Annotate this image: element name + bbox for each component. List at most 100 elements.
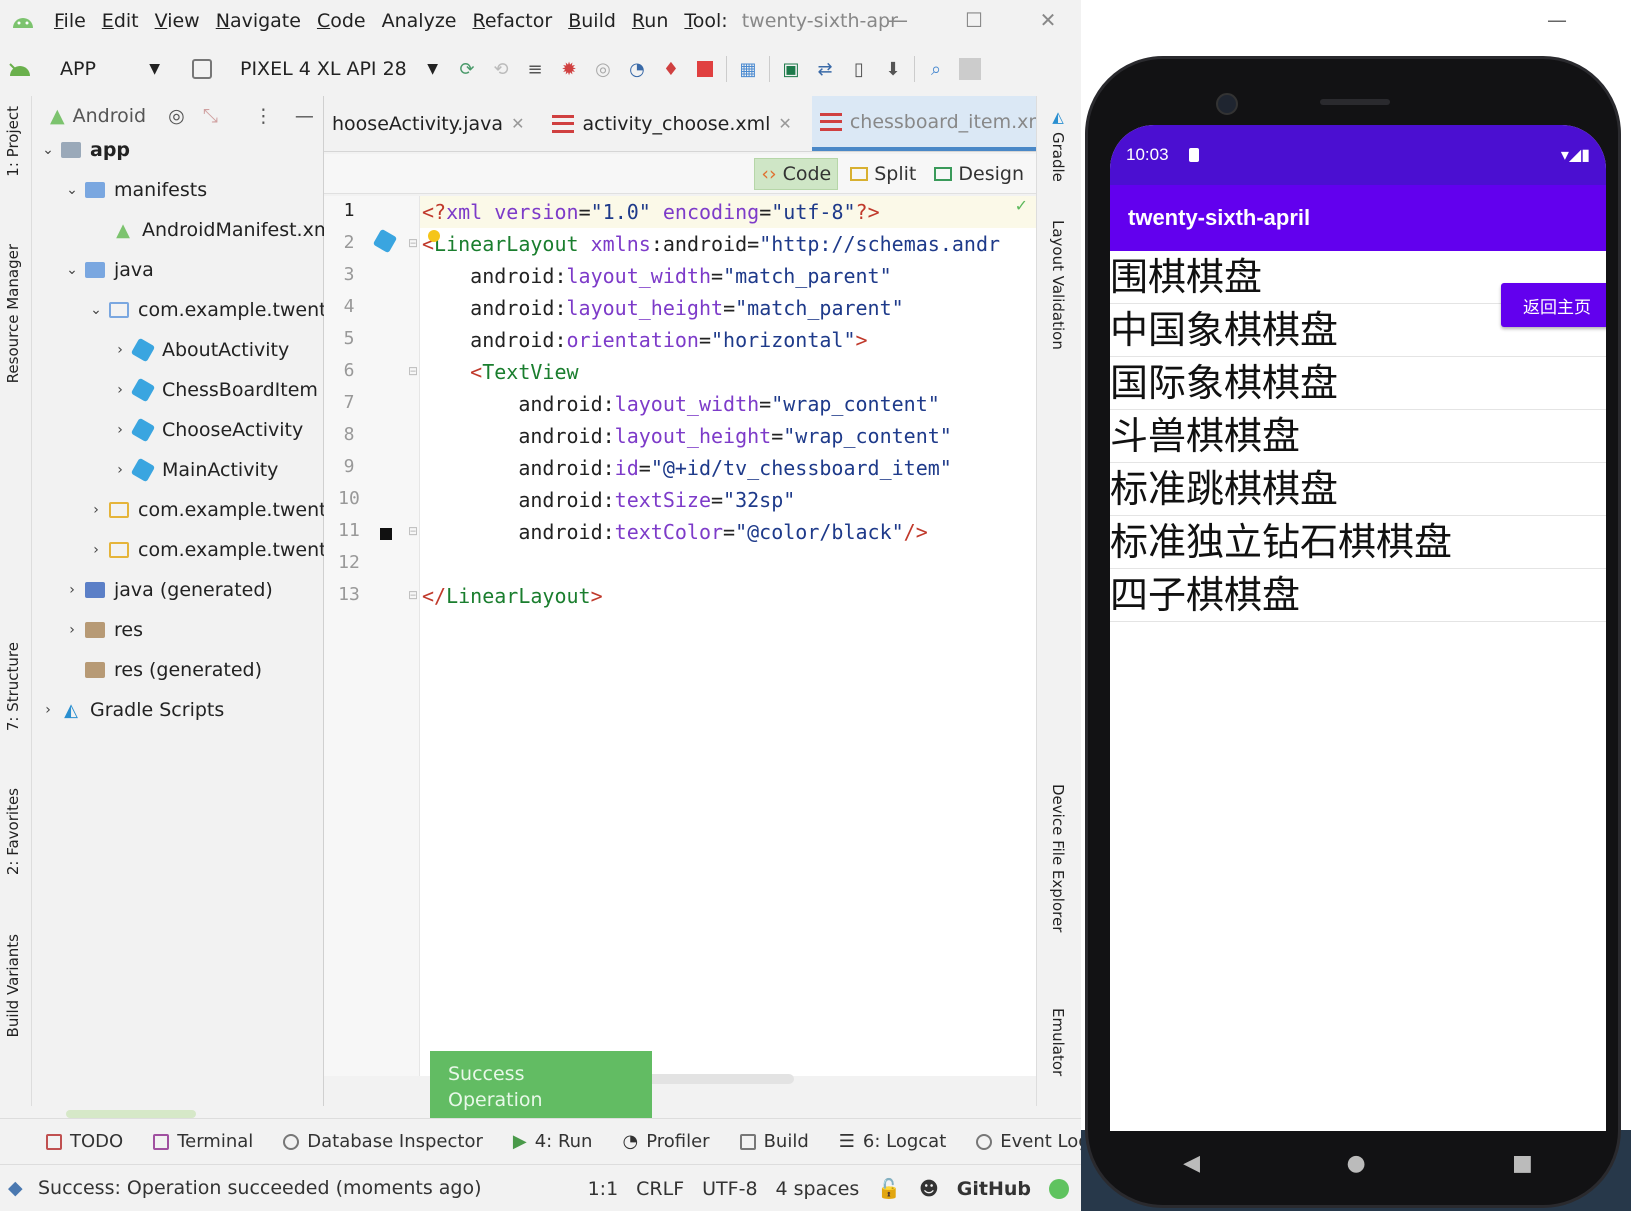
profile-icon[interactable]: ◔ <box>620 51 654 87</box>
menu-analyze[interactable]: Analyze <box>374 10 465 32</box>
collapse-icon[interactable]: ⤡ <box>203 105 218 127</box>
design-view-button[interactable]: Design <box>928 159 1030 189</box>
line-separator[interactable]: CRLF <box>636 1178 684 1200</box>
todo-tool-button[interactable]: TODO <box>46 1131 123 1152</box>
sync-gradle-icon[interactable]: ⇄ <box>808 51 842 87</box>
tree-item-res[interactable]: › res <box>62 610 143 650</box>
tab-layout-validation[interactable]: Layout Validation <box>1049 220 1067 350</box>
recents-icon[interactable]: ■ <box>1512 1151 1533 1176</box>
tree-item-chooseactivity[interactable]: › ChooseActivity <box>110 410 303 450</box>
list-item[interactable]: 标准跳棋棋盘 <box>1110 463 1606 516</box>
close-icon[interactable]: ✕ <box>1018 4 1078 36</box>
tab-build-variants[interactable]: Build Variants <box>4 934 22 1037</box>
list-item[interactable]: 标准独立钻石棋棋盘 <box>1110 516 1606 569</box>
tree-item-package-main[interactable]: ⌄ com.example.twenty_ <box>86 290 347 330</box>
back-home-button[interactable]: 返回主页 <box>1501 283 1606 327</box>
locate-icon[interactable]: ◎ <box>168 105 185 127</box>
rerun-icon[interactable]: ≡ <box>518 51 552 87</box>
status-message[interactable]: Success: Operation succeeded (moments ag… <box>38 1177 482 1199</box>
indent-setting[interactable]: 4 spaces <box>776 1178 860 1200</box>
tab-device-file-explorer[interactable]: Device File Explorer <box>1049 784 1067 932</box>
menu-edit[interactable]: Edit <box>94 10 147 32</box>
terminal-tool-button[interactable]: Terminal <box>153 1131 253 1152</box>
home-icon[interactable]: ● <box>1346 1151 1365 1176</box>
tree-item-app[interactable]: ⌄ app <box>38 130 130 170</box>
menu-code[interactable]: Code <box>309 10 374 32</box>
fold-icon[interactable]: ⊟ <box>408 588 418 602</box>
logcat-tool-button[interactable]: ☰ 6: Logcat <box>839 1131 947 1152</box>
tab-activity-choose-xml[interactable]: activity_choose.xml ✕ <box>544 96 799 151</box>
apply-changes-icon[interactable]: ⟳ <box>450 51 484 87</box>
tab-project[interactable]: 1: Project <box>4 106 22 177</box>
tree-item-res-generated[interactable]: res (generated) <box>82 650 262 690</box>
file-encoding[interactable]: UTF-8 <box>702 1178 757 1200</box>
tree-item-package-androidtest[interactable]: › com.example.twenty_ <box>86 490 347 530</box>
event-log-tool-button[interactable]: Event Log <box>976 1131 1081 1152</box>
make-project-icon[interactable] <box>0 51 40 87</box>
tree-item-gradle-scripts[interactable]: › ◭ Gradle Scripts <box>38 690 224 730</box>
search-icon[interactable]: ⌕ <box>919 51 953 87</box>
fold-icon[interactable]: ⊟ <box>408 236 418 250</box>
apply-code-changes-icon[interactable]: ⟲ <box>484 51 518 87</box>
run-config-select[interactable]: APP ▼ <box>40 51 172 87</box>
options-icon[interactable]: ⋮ <box>254 105 273 127</box>
menu-run[interactable]: Run <box>624 10 676 32</box>
tab-emulator[interactable]: Emulator <box>1049 1008 1067 1076</box>
close-tab-icon[interactable]: ✕ <box>778 114 791 133</box>
terminal-icon[interactable]: ▣ <box>774 51 808 87</box>
tab-favorites[interactable]: 2: Favorites <box>4 788 22 875</box>
maximize-icon[interactable]: ☐ <box>944 4 1004 36</box>
menu-refactor[interactable]: Refactor <box>464 10 560 32</box>
project-view-mode[interactable]: Android <box>73 105 146 127</box>
attach-debugger-icon[interactable]: ◎ <box>586 51 620 87</box>
emulator-minimize-icon[interactable]: — <box>1547 8 1567 32</box>
avd-manager-icon[interactable]: ▯ <box>842 51 876 87</box>
tree-item-aboutactivity[interactable]: › AboutActivity <box>110 330 289 370</box>
stop-icon[interactable] <box>688 51 722 87</box>
tree-item-androidmanifest[interactable]: ▲ AndroidManifest.xml <box>110 210 338 250</box>
back-icon[interactable]: ◀ <box>1183 1151 1200 1176</box>
database-inspector-tool-button[interactable]: Database Inspector <box>283 1131 483 1152</box>
layout-grid-icon[interactable]: ▦ <box>731 51 765 87</box>
menu-build[interactable]: Build <box>560 10 624 32</box>
tree-item-mainactivity[interactable]: › MainActivity <box>110 450 278 490</box>
inspector-icon[interactable]: ☻ <box>919 1178 939 1200</box>
tab-chooseactivity-java[interactable]: hooseActivity.java ✕ <box>324 96 532 151</box>
menu-view[interactable]: View <box>147 10 208 32</box>
menu-navigate[interactable]: Navigate <box>208 10 309 32</box>
device-select[interactable]: PIXEL 4 XL API 28 ▼ <box>178 51 450 87</box>
tab-resource-manager[interactable]: Resource Manager <box>4 244 22 383</box>
code-editor[interactable]: ✓ <?xml version="1.0" encoding="utf-8"?>… <box>420 196 1036 1076</box>
hide-icon[interactable]: — <box>295 105 314 127</box>
tree-item-chessboarditem[interactable]: › ChessBoardItem <box>110 370 318 410</box>
split-view-button[interactable]: Split <box>844 159 922 189</box>
tree-item-package-test[interactable]: › com.example.twenty_ <box>86 530 347 570</box>
lightbulb-icon[interactable] <box>428 230 440 242</box>
tab-structure[interactable]: 7: Structure <box>4 642 22 731</box>
color-swatch-icon[interactable] <box>380 528 392 540</box>
fold-icon[interactable]: ⊟ <box>408 364 418 378</box>
tree-item-java-generated[interactable]: › java (generated) <box>62 570 273 610</box>
caret-position[interactable]: 1:1 <box>588 1178 619 1200</box>
code-view-button[interactable]: ‹› Code <box>754 157 839 190</box>
debug-icon[interactable]: ✹ <box>552 51 586 87</box>
list-item[interactable]: 国际象棋棋盘 <box>1110 357 1606 410</box>
run-tool-button[interactable]: ▶ 4: Run <box>513 1131 593 1152</box>
list-item[interactable]: 四子棋棋盘 <box>1110 569 1606 622</box>
menu-tools[interactable]: Tool: <box>676 10 735 32</box>
close-tab-icon[interactable]: ✕ <box>511 114 524 133</box>
minimize-icon[interactable]: — <box>868 4 928 36</box>
profiler-tool-button[interactable]: ◔ Profiler <box>622 1131 709 1152</box>
class-gutter-icon[interactable] <box>372 228 398 254</box>
tab-gradle[interactable]: ◭ Gradle <box>1049 108 1067 182</box>
sdk-manager-icon[interactable]: ⬇ <box>876 51 910 87</box>
build-tool-button[interactable]: Build <box>739 1131 809 1152</box>
project-panel-scrollbar[interactable] <box>66 1110 196 1118</box>
list-item[interactable]: 斗兽棋棋盘 <box>1110 410 1606 463</box>
fold-icon[interactable]: ⊟ <box>408 524 418 538</box>
tree-item-manifests[interactable]: ⌄ manifests <box>62 170 207 210</box>
attach-process-icon[interactable]: ♦ <box>654 51 688 87</box>
vcs-label[interactable]: GitHub <box>957 1178 1031 1200</box>
editor-horizontal-scrollbar[interactable] <box>640 1074 794 1084</box>
menu-file[interactable]: File <box>46 10 94 32</box>
